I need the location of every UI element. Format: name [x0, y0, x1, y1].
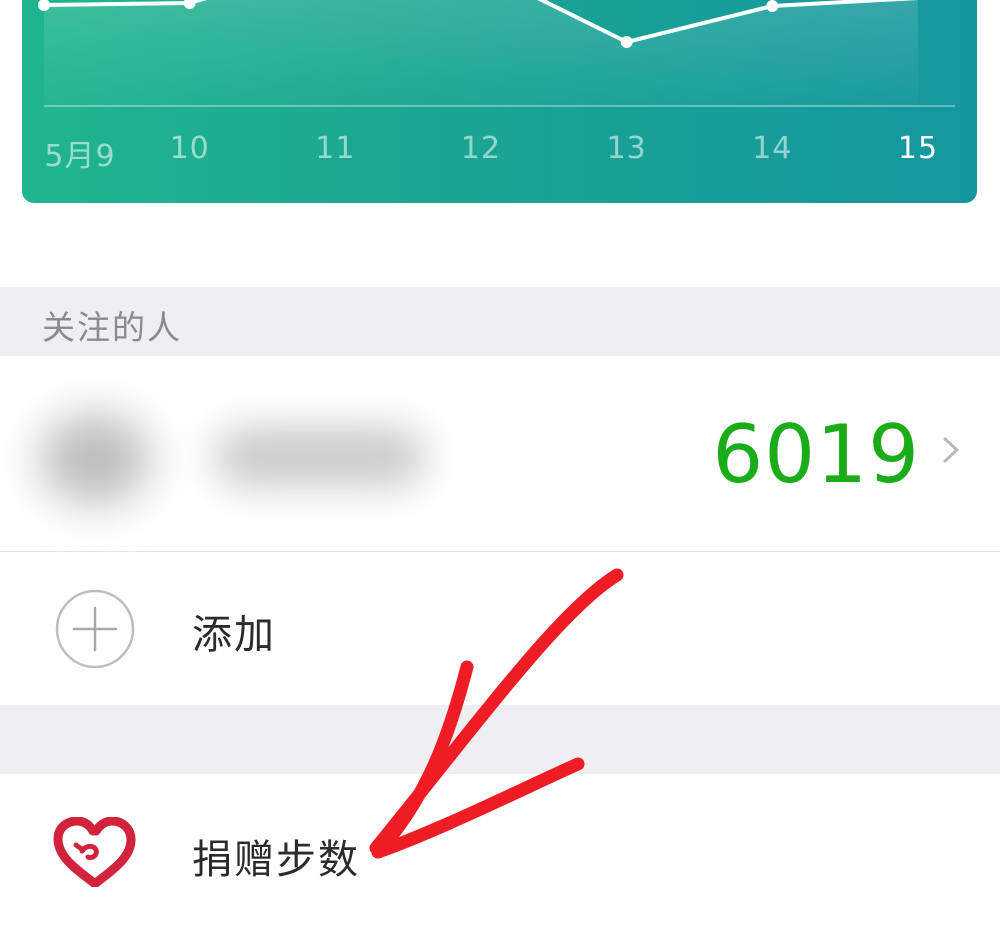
- x-label-3: 12: [460, 131, 502, 166]
- section-title: 关注的人: [42, 308, 182, 347]
- step-trend-chart: 5月9 10 11 12 13 14 15: [22, 0, 977, 203]
- add-friend-row[interactable]: 添加: [0, 552, 1000, 705]
- donate-steps-row[interactable]: 捐赠步数: [0, 774, 1000, 925]
- x-label-1: 10: [169, 131, 210, 166]
- chart-point-5: [766, 0, 779, 12]
- chart-point-4: [620, 36, 633, 48]
- section-header-following: 关注的人: [0, 287, 1000, 356]
- x-label-0: 5月9: [44, 139, 116, 174]
- friend-step-count: 6019: [712, 408, 920, 501]
- chevron-right-icon: [943, 437, 959, 463]
- x-label-5: 14: [752, 131, 793, 166]
- chart-svg: [38, 0, 955, 107]
- friend-row[interactable]: 6019: [0, 356, 1000, 552]
- x-label-4: 13: [606, 131, 647, 166]
- add-label: 添加: [192, 612, 276, 658]
- plus-circle-icon: [55, 589, 135, 669]
- section-gap: [0, 705, 1000, 774]
- avatar: [40, 414, 150, 504]
- chart-area: [44, 0, 918, 106]
- screen: 5月9 10 11 12 13 14 15 关注的人 6019 添加 捐赠步数: [0, 0, 1000, 925]
- heart-icon: [53, 817, 136, 887]
- x-label-2: 11: [315, 131, 356, 166]
- x-label-6: 15: [897, 131, 939, 166]
- donate-label: 捐赠步数: [192, 837, 360, 883]
- friend-name-blurred: [215, 428, 425, 486]
